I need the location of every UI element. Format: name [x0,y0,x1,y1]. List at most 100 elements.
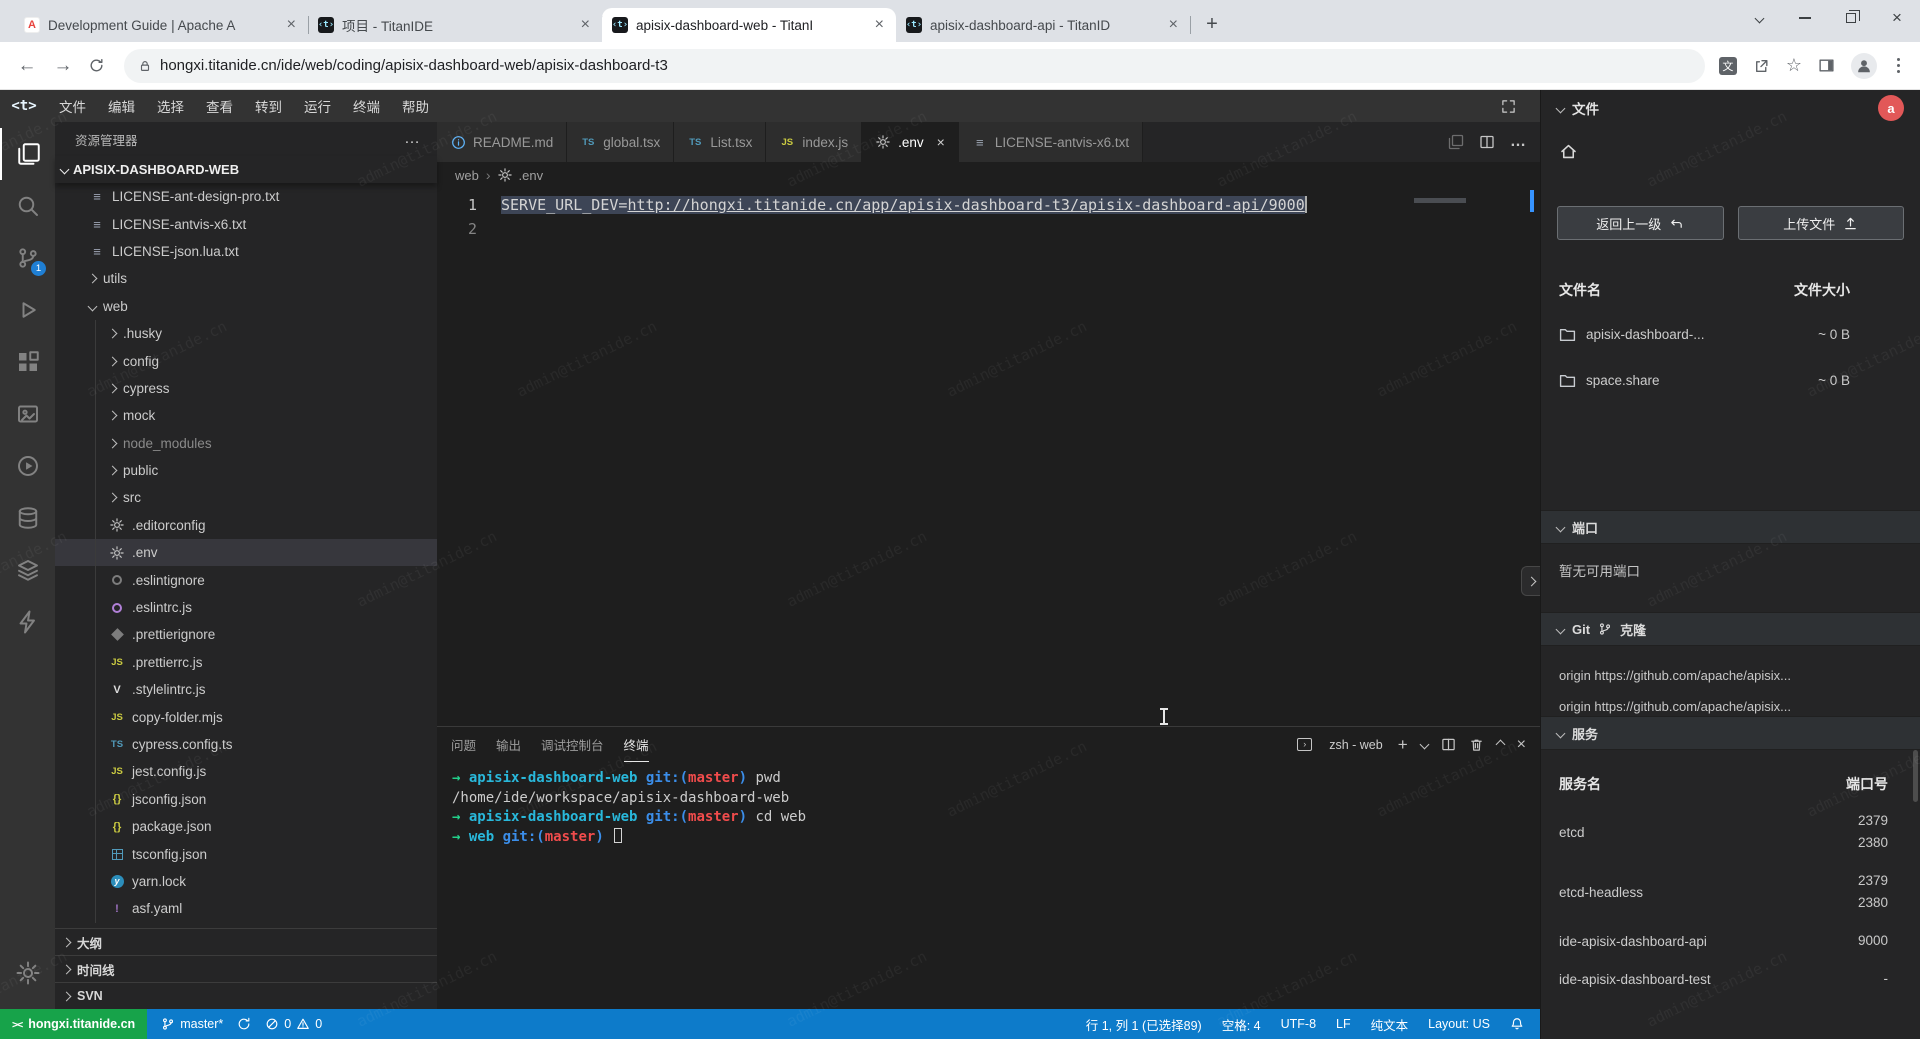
forward-icon[interactable]: → [52,55,74,77]
runner-icon[interactable] [0,440,55,492]
run-debug-icon[interactable] [0,284,55,336]
explorer-icon[interactable] [0,128,55,180]
close-tab-icon[interactable]: × [285,17,298,33]
browser-tab-2[interactable]: ‹t›项目 - TitanIDE× [308,8,602,42]
editor-tab-global.tsx[interactable]: TSglobal.tsx [567,122,674,162]
breadcrumb[interactable]: web › .env [437,162,1540,188]
tree-folder-web[interactable]: web [55,293,437,320]
close-panel-icon[interactable]: × [1517,736,1526,754]
git-section-header[interactable]: Git 克隆 [1541,612,1920,646]
breadcrumb-folder[interactable]: web [455,168,479,183]
database-icon[interactable] [0,492,55,544]
new-tab-button[interactable]: + [1198,10,1226,38]
git-remote-row-1[interactable]: origin https://github.com/apache/apisix.… [1559,668,1904,683]
sidebar-section-2[interactable]: 时间线 [55,955,437,982]
indentation[interactable]: 空格: 4 [1222,1015,1261,1034]
close-tab-icon[interactable]: × [1167,17,1180,33]
search-icon[interactable] [0,180,55,232]
problems-status[interactable]: 0 0 [265,1017,322,1031]
tree-file-jsconfig.json[interactable]: {}jsconfig.json [55,786,437,813]
workspace-root-folder[interactable]: APISIX-DASHBOARD-WEB [55,156,437,183]
services-section-header[interactable]: 服务 [1541,716,1920,750]
tree-folder-.husky[interactable]: .husky [55,320,437,347]
panel-scrollbar[interactable] [1913,750,1918,802]
sync-icon[interactable] [237,1017,251,1031]
files-section-header[interactable]: 文件 a [1541,90,1920,126]
ports-section-header[interactable]: 端口 [1541,510,1920,544]
preview-icon[interactable] [0,388,55,440]
menu-item-2[interactable]: 编辑 [97,96,146,116]
tree-folder-node_modules[interactable]: node_modules [55,430,437,457]
service-row-4[interactable]: ide-apisix-dashboard-test- [1559,968,1904,990]
tree-file-LICENSE-json.lua.txt[interactable]: ≡LICENSE-json.lua.txt [55,238,437,265]
panel-tab-输出[interactable]: 输出 [496,727,521,762]
cursor-position[interactable]: 行 1, 列 1 (已选择89) [1086,1015,1202,1034]
terminal-output[interactable]: → apisix-dashboard-web git:(master) pwd/… [437,762,1540,1009]
language-mode[interactable]: 纯文本 [1371,1015,1409,1034]
menu-item-6[interactable]: 运行 [293,96,342,116]
editor-tab-index.js[interactable]: JSindex.js [766,122,862,162]
service-row-2[interactable]: etcd-headless23792380 [1559,870,1904,914]
split-terminal-icon[interactable] [1441,737,1456,752]
tree-file-cypress.config.ts[interactable]: TScypress.config.ts [55,731,437,758]
tree-file-.eslintrc.js[interactable]: .eslintrc.js [55,594,437,621]
code-line-1[interactable]: 1SERVE_URL_DEV=http://hongxi.titanide.cn… [437,193,1540,217]
layers-icon[interactable] [0,544,55,596]
tree-file-.env[interactable]: .env [55,539,437,566]
tree-file-package.json[interactable]: {}package.json [55,813,437,840]
editor-tab-.env[interactable]: .env× [862,122,959,162]
tree-file-copy-folder.mjs[interactable]: JScopy-folder.mjs [55,703,437,730]
kill-terminal-icon[interactable] [1469,737,1484,752]
close-tab-icon[interactable]: × [937,134,945,150]
tree-file-.prettierrc.js[interactable]: JS.prettierrc.js [55,649,437,676]
tree-file-yarn.lock[interactable]: yyarn.lock [55,868,437,895]
new-terminal-icon[interactable]: + [1398,736,1408,753]
shell-label[interactable]: zsh - web [1329,738,1383,752]
browser-tab-4[interactable]: ‹t›apisix-dashboard-api - TitanID× [896,8,1190,42]
explorer-more-actions-icon[interactable]: … [404,130,421,148]
minimize-button[interactable] [1782,0,1828,36]
side-panel-icon[interactable] [1818,57,1835,74]
remote-file-row-1[interactable]: apisix-dashboard-...~ 0 B [1559,320,1904,348]
terminal-dropdown-icon[interactable] [1419,740,1429,750]
url-field[interactable]: hongxi.titanide.cn/ide/web/coding/apisix… [124,49,1705,83]
panel-tab-调试控制台[interactable]: 调试控制台 [541,727,604,762]
close-tab-icon[interactable]: × [579,17,592,33]
upload-file-button[interactable]: 上传文件 [1738,206,1905,240]
tree-folder-utils[interactable]: utils [55,265,437,292]
menu-item-8[interactable]: 帮助 [391,96,440,116]
keyboard-layout[interactable]: Layout: US [1428,1017,1490,1031]
extensions-icon[interactable] [0,336,55,388]
encoding[interactable]: UTF-8 [1281,1017,1316,1031]
git-remote-row-2[interactable]: origin https://github.com/apache/apisix.… [1559,699,1904,714]
split-editor-icon[interactable] [1479,134,1495,150]
breadcrumb-file[interactable]: .env [519,168,544,183]
sidebar-section-3[interactable]: SVN [55,982,437,1009]
settings-gear-icon[interactable] [0,947,55,999]
share-icon[interactable] [1753,57,1770,74]
bookmark-star-icon[interactable]: ☆ [1786,55,1802,76]
go-up-button[interactable]: 返回上一级 [1557,206,1724,240]
tree-file-LICENSE-ant-design-pro.txt[interactable]: ≡LICENSE-ant-design-pro.txt [55,183,437,210]
sidebar-section-1[interactable]: 大纲 [55,928,437,955]
code-line-2[interactable]: 2 [437,217,1540,241]
editor-more-actions-icon[interactable]: … [1510,133,1526,151]
back-icon[interactable]: ← [16,55,38,77]
editor-tab-List.tsx[interactable]: TSList.tsx [674,122,766,162]
browser-profile-avatar[interactable] [1851,53,1877,79]
source-control-icon[interactable]: 1 [0,232,55,284]
editor-layout-icon[interactable] [1448,134,1464,150]
reload-icon[interactable] [88,57,110,74]
service-row-1[interactable]: etcd23792380 [1559,810,1904,854]
menu-item-7[interactable]: 终端 [342,96,391,116]
tree-folder-public[interactable]: public [55,457,437,484]
tree-folder-cypress[interactable]: cypress [55,375,437,402]
tree-folder-mock[interactable]: mock [55,402,437,429]
user-avatar[interactable]: a [1878,95,1904,121]
tree-file-tsconfig.json[interactable]: tsconfig.json [55,840,437,867]
home-icon[interactable] [1559,136,1920,166]
browser-menu-icon[interactable] [1897,64,1900,67]
close-window-button[interactable]: × [1874,0,1920,36]
panel-tab-问题[interactable]: 问题 [451,727,476,762]
translate-icon[interactable]: 文 [1719,57,1737,75]
